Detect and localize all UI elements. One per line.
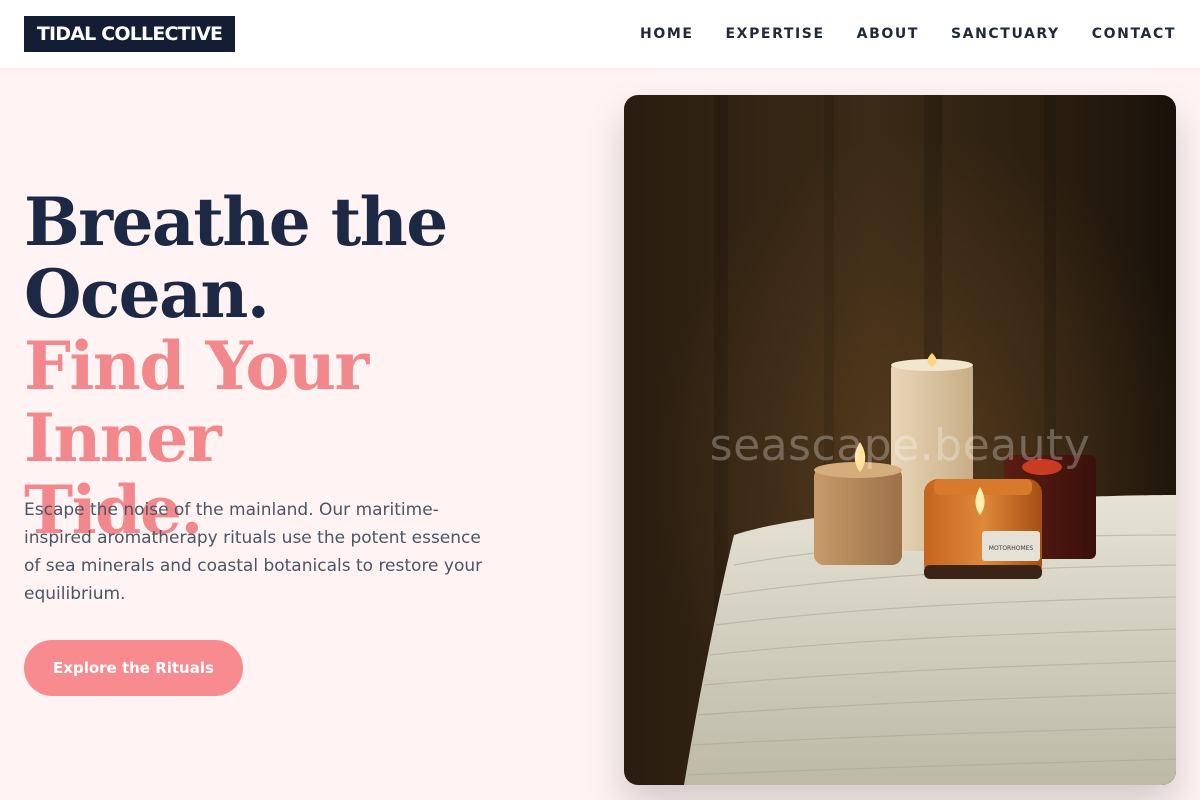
small-pillar-candle [814, 467, 902, 565]
nav-expertise-link[interactable]: EXPERTISE [726, 26, 825, 42]
brand-logo[interactable]: TIDAL COLLECTIVE [24, 16, 235, 52]
hero-candles-image: MOTORHOMES seascape.beauty [624, 95, 1176, 785]
jar-label-text: MOTORHOMES [989, 545, 1034, 552]
image-watermark: seascape.beauty [709, 420, 1091, 471]
main-nav: HOME EXPERTISE ABOUT SANCTUARY CONTACT [640, 0, 1176, 68]
explore-rituals-button[interactable]: Explore the Rituals [24, 640, 243, 696]
headline-line-1: Breathe the [24, 183, 448, 261]
hero-headline: Breathe the Ocean. Find Your Inner Tide. [24, 186, 584, 546]
nav-sanctuary-link[interactable]: SANCTUARY [951, 26, 1060, 42]
top-navigation-bar: TIDAL COLLECTIVE HOME EXPERTISE ABOUT SA… [0, 0, 1200, 68]
hero-description: Escape the noise of the mainland. Our ma… [24, 500, 483, 604]
nav-contact-link[interactable]: CONTACT [1092, 26, 1176, 42]
nav-home-link[interactable]: HOME [640, 26, 694, 42]
headline-line-3: Find Your Inner [24, 327, 369, 477]
headline-line-2: Ocean. [24, 255, 270, 333]
nav-about-link[interactable]: ABOUT [857, 26, 919, 42]
